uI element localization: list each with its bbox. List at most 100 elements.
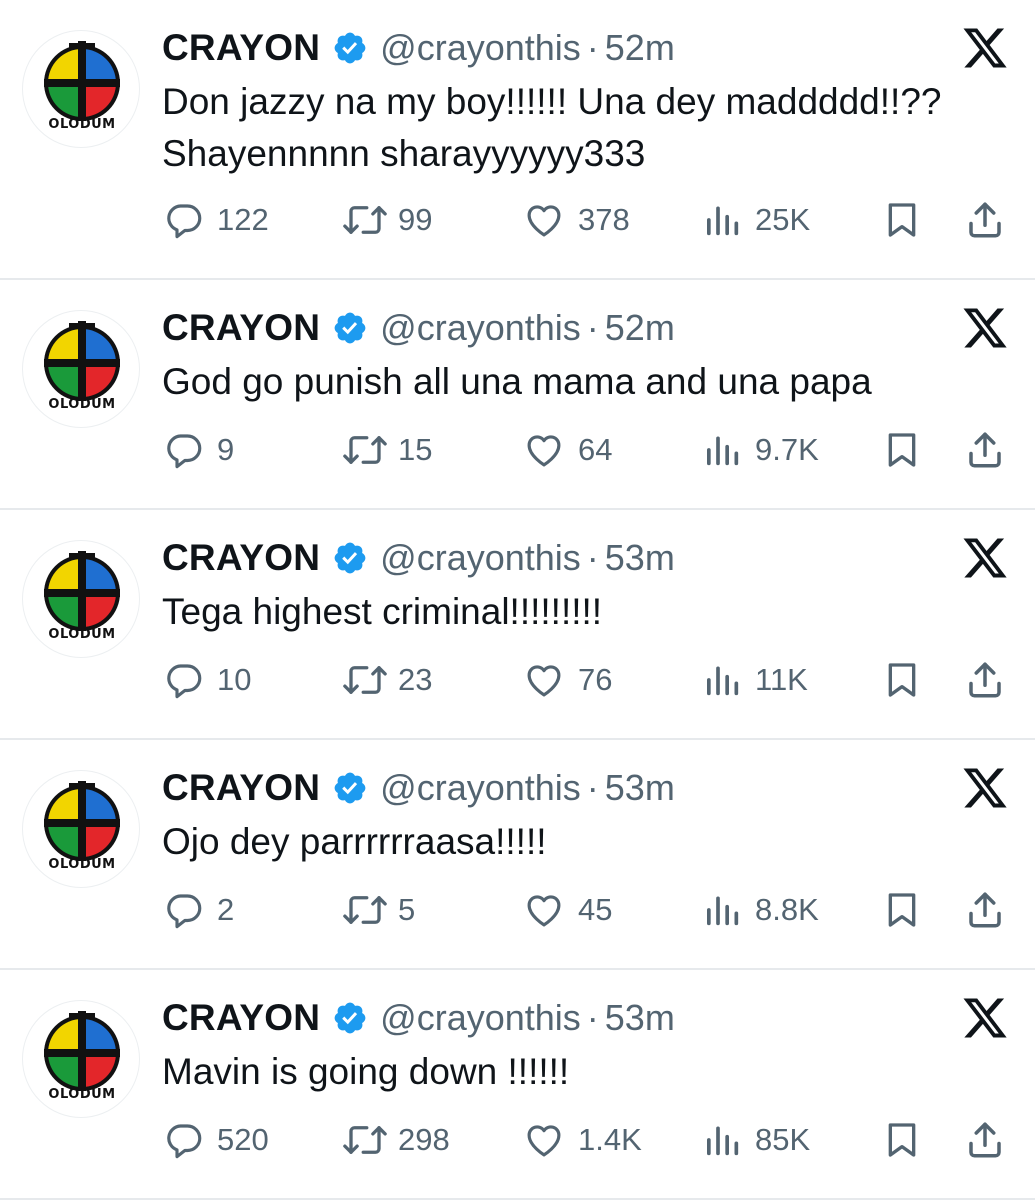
display-name[interactable]: CRAYON	[162, 27, 320, 69]
handle[interactable]: @crayonthis	[380, 537, 581, 579]
share-button[interactable]	[964, 658, 1006, 702]
reply-count: 2	[217, 892, 235, 927]
tweet[interactable]: OLODUM CRAYON @crayonthis · 53m Tega hig…	[0, 510, 1035, 738]
reply-button[interactable]: 122	[163, 198, 269, 242]
repost-count: 23	[398, 662, 433, 697]
display-name[interactable]: CRAYON	[162, 767, 320, 809]
repost-button[interactable]: 23	[340, 658, 432, 702]
reply-count: 9	[217, 432, 235, 467]
view-count: 25K	[755, 202, 811, 237]
avatar[interactable]: OLODUM	[22, 540, 140, 658]
reply-button[interactable]: 520	[163, 1118, 269, 1162]
x-logo-icon	[963, 998, 1007, 1038]
bookmark-button[interactable]	[882, 888, 922, 932]
display-name[interactable]: CRAYON	[162, 537, 320, 579]
repost-button[interactable]: 5	[340, 888, 415, 932]
bookmark-icon	[888, 1123, 916, 1157]
like-button[interactable]: 378	[522, 198, 630, 242]
handle[interactable]: @crayonthis	[380, 767, 581, 809]
views-icon	[707, 1126, 739, 1156]
view-count: 9.7K	[755, 432, 819, 467]
tweet-text: Mavin is going down !!!!!!	[162, 1051, 570, 1092]
repost-button[interactable]: 15	[340, 428, 432, 472]
tweet-text: Ojo dey parrrrrraasa!!!!!	[162, 821, 547, 862]
avatar[interactable]: OLODUM	[22, 770, 140, 888]
avatar-label: OLODUM	[48, 857, 116, 872]
views-button[interactable]: 25K	[703, 198, 810, 242]
repost-icon	[343, 436, 387, 464]
repost-icon	[343, 666, 387, 694]
timestamp[interactable]: 53m	[605, 537, 675, 579]
avatar[interactable]: OLODUM	[22, 310, 140, 428]
bookmark-button[interactable]	[882, 428, 922, 472]
views-button[interactable]: 9.7K	[703, 428, 819, 472]
tweet[interactable]: OLODUM CRAYON @crayonthis · 53m Ojo dey …	[0, 740, 1035, 968]
separator-dot: ·	[586, 27, 599, 68]
action-bar: 520 298 1.4K 85K	[0, 1118, 1035, 1162]
views-button[interactable]: 11K	[703, 658, 808, 702]
avatar-label: OLODUM	[48, 117, 116, 132]
tweet-header: CRAYON @crayonthis · 52m	[162, 26, 675, 70]
handle[interactable]: @crayonthis	[380, 307, 581, 349]
share-icon	[969, 1122, 1001, 1158]
timestamp[interactable]: 52m	[605, 307, 675, 349]
verified-badge-icon	[334, 312, 366, 344]
handle[interactable]: @crayonthis	[380, 997, 581, 1039]
avatar[interactable]: OLODUM	[22, 1000, 140, 1118]
views-button[interactable]: 8.8K	[703, 888, 819, 932]
reply-button[interactable]: 10	[163, 658, 251, 702]
tweet-feed: OLODUM CRAYON @crayonthis · 52m Don jazz…	[0, 0, 1035, 1200]
views-icon	[707, 896, 739, 926]
separator-dot: ·	[586, 997, 599, 1038]
tweet[interactable]: OLODUM CRAYON @crayonthis · 53m Mavin is…	[0, 970, 1035, 1198]
reply-icon	[167, 664, 202, 699]
like-count: 76	[578, 662, 613, 697]
like-button[interactable]: 1.4K	[522, 1118, 642, 1162]
separator-dot: ·	[586, 767, 599, 808]
like-button[interactable]: 45	[522, 888, 612, 932]
timestamp[interactable]: 52m	[605, 27, 675, 69]
reply-icon	[167, 434, 202, 469]
tweet-header: CRAYON @crayonthis · 53m	[162, 536, 675, 580]
like-button[interactable]: 76	[522, 658, 612, 702]
verified-badge-icon	[334, 772, 366, 804]
reply-button[interactable]: 2	[163, 888, 234, 932]
like-count: 45	[578, 892, 613, 927]
display-name[interactable]: CRAYON	[162, 307, 320, 349]
repost-icon	[343, 206, 387, 234]
separator-dot: ·	[586, 307, 599, 348]
timestamp[interactable]: 53m	[605, 997, 675, 1039]
repost-button[interactable]: 99	[340, 198, 432, 242]
repost-count: 99	[398, 202, 433, 237]
action-bar: 122 99 378 25K	[0, 198, 1035, 242]
repost-icon	[343, 896, 387, 924]
like-count: 378	[578, 202, 630, 237]
bookmark-button[interactable]	[882, 198, 922, 242]
handle[interactable]: @crayonthis	[380, 27, 581, 69]
tweet[interactable]: OLODUM CRAYON @crayonthis · 52m God go p…	[0, 280, 1035, 508]
bookmark-icon	[888, 433, 916, 467]
views-button[interactable]: 85K	[703, 1118, 810, 1162]
share-button[interactable]	[964, 428, 1006, 472]
share-button[interactable]	[964, 888, 1006, 932]
display-name[interactable]: CRAYON	[162, 997, 320, 1039]
share-icon	[969, 892, 1001, 928]
x-logo-icon	[963, 28, 1007, 68]
avatar-label: OLODUM	[48, 397, 116, 412]
avatar[interactable]: OLODUM	[22, 30, 140, 148]
timestamp[interactable]: 53m	[605, 767, 675, 809]
reply-icon	[167, 1124, 202, 1159]
share-button[interactable]	[964, 1118, 1006, 1162]
repost-button[interactable]: 298	[340, 1118, 450, 1162]
reply-button[interactable]: 9	[163, 428, 234, 472]
tweet[interactable]: OLODUM CRAYON @crayonthis · 52m Don jazz…	[0, 0, 1035, 278]
bookmark-button[interactable]	[882, 1118, 922, 1162]
share-button[interactable]	[964, 198, 1006, 242]
verified-badge-icon	[334, 542, 366, 574]
bookmark-icon	[888, 663, 916, 697]
repost-count: 298	[398, 1122, 450, 1157]
bookmark-button[interactable]	[882, 658, 922, 702]
like-icon	[527, 1125, 561, 1157]
repost-count: 15	[398, 432, 433, 467]
like-button[interactable]: 64	[522, 428, 612, 472]
